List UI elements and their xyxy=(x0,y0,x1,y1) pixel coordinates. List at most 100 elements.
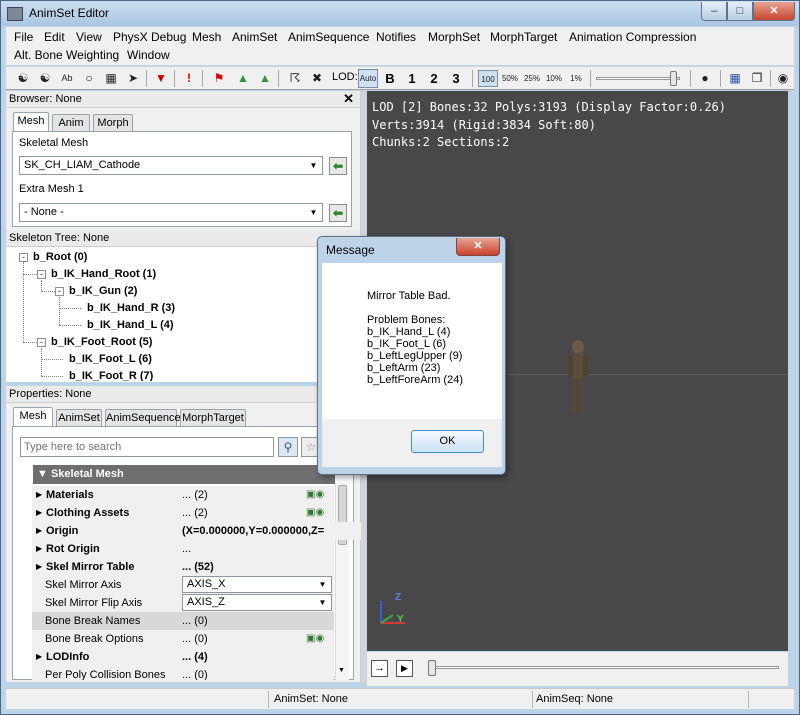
tree-node[interactable]: b_IK_Foot_Root (5) xyxy=(51,336,152,348)
skeleton-icon[interactable]: ☯ xyxy=(14,69,32,87)
cone-icon[interactable]: ▲ xyxy=(234,69,252,87)
menu-physx-debug[interactable]: PhysX Debug xyxy=(113,30,186,44)
property-row[interactable]: Per Poly Collision Bones ... (0) xyxy=(32,666,334,680)
category-header[interactable]: ▼ Skeletal Mesh xyxy=(33,465,335,484)
cone-alt-icon[interactable]: ▲ xyxy=(256,69,274,87)
timeline-thumb[interactable] xyxy=(428,660,436,676)
tree-node[interactable]: b_IK_Foot_R (7) xyxy=(69,370,153,381)
tree-node[interactable]: b_IK_Hand_R (3) xyxy=(87,302,175,314)
tab-mesh[interactable]: Mesh xyxy=(13,112,49,131)
lod-1-button[interactable]: 1 xyxy=(404,69,420,88)
ok-button[interactable]: OK xyxy=(411,430,484,453)
wind-icon[interactable]: ▼ xyxy=(152,69,170,87)
close-window-button[interactable]: ✕ xyxy=(753,2,795,21)
collapse-icon[interactable]: - xyxy=(19,253,28,262)
menu-mesh[interactable]: Mesh xyxy=(192,30,221,44)
bounds-icon[interactable]: ○ xyxy=(80,69,98,87)
menu-window[interactable]: Window xyxy=(127,48,170,62)
menu-animset[interactable]: AnimSet xyxy=(232,30,277,44)
rate-50-button[interactable]: 50% xyxy=(500,70,520,87)
use-selected-extra-mesh-button[interactable]: ⬅ xyxy=(329,204,347,222)
playback-speed-slider[interactable] xyxy=(596,77,680,80)
property-row[interactable]: Skel Mirror Flip Axis AXIS_Z ▼ xyxy=(32,594,334,612)
menu-animsequence[interactable]: AnimSequence xyxy=(288,30,369,44)
rate-100-button[interactable]: 100 xyxy=(478,70,498,87)
lod-3-button[interactable]: 3 xyxy=(448,69,464,88)
skeletal-mesh-select[interactable]: SK_CH_LIAM_Cathode ▼ xyxy=(19,156,323,175)
property-row[interactable]: ▶ Clothing Assets ... (2) ▣◉ xyxy=(32,504,334,522)
scroll-down-icon[interactable]: ▼ xyxy=(338,667,345,674)
dialog-message: Mirror Table Bad. xyxy=(367,290,451,302)
property-name: Skel Mirror Table xyxy=(46,561,135,573)
property-row[interactable]: Bone Break Options ... (0) ▣◉ xyxy=(32,630,334,648)
copy-icon[interactable]: ❐ xyxy=(748,69,766,87)
browser-panel-header: Browser: None ✕ xyxy=(6,91,360,108)
light-bulb-icon[interactable]: ● xyxy=(696,69,714,87)
lod-2-button[interactable]: 2 xyxy=(426,69,442,88)
playback-speed-thumb[interactable] xyxy=(670,71,677,86)
alert-icon[interactable]: ! xyxy=(180,69,198,87)
property-row[interactable]: ▶ Origin (X=0.000000,Y=0.000000,Z= xyxy=(32,522,362,540)
collapse-icon[interactable]: - xyxy=(37,270,46,279)
skeleton-names-icon[interactable]: ☯ xyxy=(36,69,54,87)
menu-file[interactable]: File xyxy=(14,30,33,44)
sockets-icon[interactable]: ➤ xyxy=(124,69,142,87)
lod-base-button[interactable]: B xyxy=(382,69,398,88)
rate-1-button[interactable]: 1% xyxy=(566,70,586,87)
tree-node[interactable]: b_IK_Foot_L (6) xyxy=(69,353,152,365)
property-row[interactable]: ▶ LODInfo ... (4) xyxy=(32,648,334,666)
menu-morphtarget[interactable]: MorphTarget xyxy=(490,30,557,44)
maximize-button[interactable]: □ xyxy=(727,2,753,21)
minimize-button[interactable]: – xyxy=(701,2,727,21)
property-actions-icon[interactable]: ▣◉ xyxy=(306,633,332,645)
mirror-icon[interactable]: ☈ xyxy=(286,69,304,87)
menu-edit[interactable]: Edit xyxy=(44,30,65,44)
tab-props-mesh[interactable]: Mesh xyxy=(13,407,53,426)
dialog-close-button[interactable]: ✕ xyxy=(456,238,500,256)
property-actions-icon[interactable]: ▣◉ xyxy=(306,489,332,501)
property-row[interactable]: ▶ Rot Origin... xyxy=(32,540,334,558)
menu-view[interactable]: View xyxy=(76,30,102,44)
rate-25-button[interactable]: 25% xyxy=(522,70,542,87)
windows-icon[interactable]: ▦ xyxy=(726,69,744,87)
lod-auto-button[interactable]: Auto xyxy=(358,69,378,88)
close-icon[interactable]: ✕ xyxy=(343,92,354,106)
timeline-slider[interactable] xyxy=(429,666,779,669)
tab-props-animset[interactable]: AnimSet xyxy=(56,409,102,426)
tab-anim[interactable]: Anim xyxy=(52,114,90,131)
extra-mesh-select[interactable]: - None - ▼ xyxy=(19,203,323,222)
tree-node[interactable]: b_IK_Hand_Root (1) xyxy=(51,268,156,280)
property-search-input[interactable] xyxy=(20,437,274,457)
menu-morphset[interactable]: MorphSet xyxy=(428,30,480,44)
mirror-x-icon[interactable]: ✖ xyxy=(308,69,326,87)
menu-notifies[interactable]: Notifies xyxy=(376,30,416,44)
property-row[interactable]: Bone Break Names ... (0) xyxy=(32,612,334,630)
eye-icon[interactable]: ◉ xyxy=(774,69,792,87)
bone-names-icon[interactable]: Ab xyxy=(58,69,76,87)
play-icon[interactable]: ▶ xyxy=(396,660,413,677)
property-row[interactable]: ▶ Materials ... (2) ▣◉ xyxy=(32,486,334,504)
menu-animation-compression[interactable]: Animation Compression xyxy=(569,30,696,44)
property-name: Bone Break Options xyxy=(45,633,144,645)
mirror-flip-axis-select[interactable]: AXIS_Z ▼ xyxy=(182,594,332,611)
tree-node[interactable]: b_IK_Gun (2) xyxy=(69,285,137,297)
property-row[interactable]: Skel Mirror Axis AXIS_X ▼ xyxy=(32,576,334,594)
tree-node[interactable]: b_Root (0) xyxy=(33,251,87,263)
tab-props-morphtarget[interactable]: MorphTarget xyxy=(180,409,246,426)
mirror-axis-select[interactable]: AXIS_X ▼ xyxy=(182,576,332,593)
collision-icon[interactable]: ▦ xyxy=(102,69,120,87)
loop-icon[interactable]: → xyxy=(371,660,388,677)
rate-10-button[interactable]: 10% xyxy=(544,70,564,87)
collapse-icon[interactable]: - xyxy=(55,287,64,296)
tab-morph[interactable]: Morph xyxy=(93,114,133,131)
properties-scrollbar[interactable]: ▼ xyxy=(335,483,349,680)
property-row[interactable]: ▶ Skel Mirror Table ... (52) xyxy=(32,558,334,576)
flag-icon[interactable]: ⚑ xyxy=(210,69,228,87)
menu-alt-bone-weighting[interactable]: Alt. Bone Weighting xyxy=(14,48,119,62)
collapse-icon[interactable]: - xyxy=(37,338,46,347)
tree-node[interactable]: b_IK_Hand_L (4) xyxy=(87,319,174,331)
property-actions-icon[interactable]: ▣◉ xyxy=(306,507,332,519)
use-selected-mesh-button[interactable]: ⬅ xyxy=(329,157,347,175)
search-icon[interactable]: ⚲ xyxy=(278,437,298,457)
tab-props-animsequence[interactable]: AnimSequence xyxy=(105,409,181,426)
